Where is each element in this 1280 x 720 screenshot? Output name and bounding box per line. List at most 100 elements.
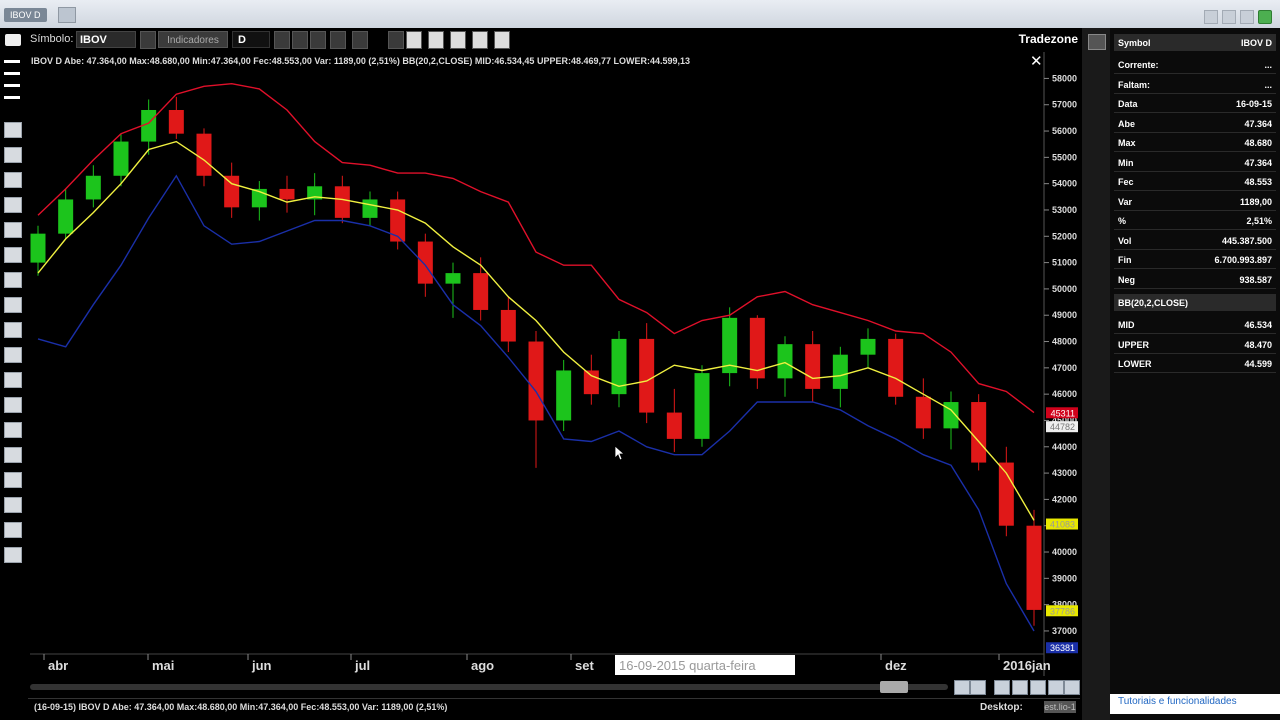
candle-body (334, 186, 350, 218)
pencil-icon[interactable] (4, 122, 22, 138)
menu-icon[interactable] (5, 34, 21, 46)
quote-row-value: 47.364 (1244, 157, 1272, 168)
y-tick-label: 49000 (1052, 310, 1077, 320)
chart-scrollbar[interactable] (30, 680, 1080, 695)
zoom-out-icon[interactable] (994, 680, 1010, 695)
price-chart[interactable]: 3700038000390004000041000420004300044000… (30, 52, 1078, 676)
bb-row-value: 48.470 (1244, 339, 1272, 350)
scroll-right-icon[interactable] (970, 680, 986, 695)
toolbar-icon[interactable] (310, 31, 326, 49)
line-tool-icon[interactable] (4, 96, 20, 99)
toolbar-icon[interactable] (330, 31, 346, 49)
zoom-icon[interactable] (1012, 680, 1028, 695)
quote-row-value: 1189,00 (1239, 196, 1272, 207)
chart-toolbar: Símbolo: IBOV Indicadores D Tradezone (0, 28, 1082, 52)
symbol-input[interactable]: IBOV (76, 31, 136, 48)
tool-icon[interactable] (4, 447, 22, 463)
quote-row-key: Faltam: (1118, 79, 1151, 90)
reset-icon[interactable] (1064, 680, 1080, 695)
y-tick-label: 48000 (1052, 337, 1077, 347)
bb-row: MID 46.534 (1114, 316, 1276, 334)
window-label[interactable]: IBOV D (4, 8, 47, 22)
tool-icon[interactable] (4, 372, 22, 388)
period-select[interactable]: D (232, 31, 270, 48)
quote-row: Vol 445.387.500 (1114, 232, 1276, 250)
quote-row-key: Max (1118, 138, 1136, 148)
tool-icon[interactable] (4, 547, 22, 563)
quote-row: % 2,51% (1114, 212, 1276, 230)
tool-icon[interactable] (4, 322, 22, 338)
panel-toggle-icon[interactable] (1088, 34, 1106, 50)
tray-icon[interactable] (1204, 10, 1218, 24)
tool-icon[interactable] (4, 147, 22, 163)
toolbar-icon[interactable] (450, 31, 466, 49)
tool-icon[interactable] (4, 197, 22, 213)
quote-row-key: % (1118, 216, 1127, 226)
tool-icon[interactable] (4, 247, 22, 263)
candle-body (500, 309, 516, 342)
toolbar-icon[interactable] (292, 31, 308, 49)
desktop-label: Desktop: (980, 702, 1023, 713)
candle-body (113, 141, 129, 176)
tool-icon[interactable] (4, 297, 22, 313)
tray-icon[interactable] (1222, 10, 1236, 24)
y-tick-label: 54000 (1052, 179, 1077, 189)
price-label: 45311 (1051, 408, 1075, 418)
tray-icon[interactable] (1240, 10, 1254, 24)
toolbar-icon[interactable] (472, 31, 488, 49)
x-tick-label: ago (471, 658, 494, 673)
window-icon[interactable] (58, 7, 76, 23)
tool-icon[interactable] (4, 472, 22, 488)
candle-body (971, 402, 987, 463)
tutorial-link[interactable]: Tutoriais e funcionalidades (1110, 694, 1280, 714)
quote-panel: Symbol IBOV D Corrente:... Faltam:... Data… (1110, 28, 1280, 720)
quote-row-key: Min (1118, 157, 1134, 168)
x-tick-label: abr (48, 658, 68, 673)
candle-body (85, 175, 101, 200)
line-tool-icon[interactable] (4, 72, 20, 75)
toolbar-icon[interactable] (494, 31, 510, 49)
toolbar-icon[interactable] (352, 31, 368, 49)
scroll-track[interactable] (30, 684, 948, 690)
toolbar-icon[interactable] (428, 31, 444, 49)
tool-icon[interactable] (4, 272, 22, 288)
toolbar-icon[interactable] (406, 31, 422, 49)
tool-icon[interactable] (4, 397, 22, 413)
y-tick-label: 44000 (1052, 442, 1077, 452)
quote-row-key: Fin (1118, 255, 1132, 265)
scroll-left-icon[interactable] (954, 680, 970, 695)
panel-header: Symbol IBOV D (1114, 34, 1276, 51)
tool-icon[interactable] (4, 497, 22, 513)
bb-row-value: 46.534 (1244, 320, 1272, 330)
cursor-hand-icon (614, 445, 626, 461)
quote-row: Min 47.364 (1114, 154, 1276, 172)
quote-row-value: ... (1264, 79, 1272, 90)
zoom-in-icon[interactable] (1048, 680, 1064, 695)
tool-icon[interactable] (4, 422, 22, 438)
quote-row: Faltam:... (1114, 76, 1276, 94)
tool-icon[interactable] (4, 222, 22, 238)
tool-icon[interactable] (4, 522, 22, 538)
drawing-tool-icon[interactable] (140, 31, 156, 49)
desktop-select[interactable]: est.lio-1 (1044, 701, 1076, 713)
quote-row-key: Neg (1118, 274, 1136, 285)
quote-row: Max 48.680 (1114, 134, 1276, 152)
toolbar-icon[interactable] (388, 31, 404, 49)
toolbar-icon[interactable] (274, 31, 290, 49)
line-tool-icon[interactable] (4, 60, 20, 63)
x-tick-label: mai (152, 658, 174, 673)
close-icon[interactable]: ✕ (1030, 52, 1043, 70)
line-tool-icon[interactable] (4, 84, 20, 87)
scroll-thumb[interactable] (880, 681, 908, 693)
y-tick-label: 53000 (1052, 205, 1077, 215)
candle-body (168, 109, 184, 134)
tool-icon[interactable] (4, 347, 22, 363)
indicators-button[interactable]: Indicadores (158, 31, 228, 48)
x-tick-label: jun (251, 658, 272, 673)
candle-body (639, 338, 655, 413)
quote-row: Data 16-09-15 (1114, 95, 1276, 113)
tool-icon[interactable] (4, 172, 22, 188)
candle-body (224, 175, 240, 208)
shield-icon[interactable] (1258, 10, 1272, 24)
zoom-icon[interactable] (1030, 680, 1046, 695)
